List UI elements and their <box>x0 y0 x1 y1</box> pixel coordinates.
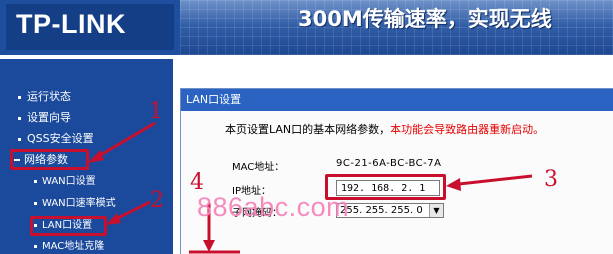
sidebar-item-qss[interactable]: QSS安全设置 <box>18 132 94 146</box>
subnet-mask-value: 255. 255. 255. 0 <box>340 205 423 216</box>
sidebar-item-status[interactable]: 运行状态 <box>18 90 71 104</box>
mac-label: MAC地址： <box>232 162 285 173</box>
panel-description: 本页设置LAN口的基本网络参数，本功能会导致路由器重新启动。 <box>225 121 544 137</box>
bullet-icon <box>18 116 21 120</box>
highlight-network-params <box>10 149 89 170</box>
sidebar-item-wizard[interactable]: 设置向导 <box>18 111 71 125</box>
brand-logo: TP-LINK <box>6 4 174 50</box>
subnet-mask-select[interactable]: 255. 255. 255. 0 ▼ <box>336 203 444 218</box>
sidebar-item-label: 运行状态 <box>27 90 71 103</box>
annotation-number-1: 1 <box>149 99 163 124</box>
watermark: 886abc.com <box>197 192 350 222</box>
annotation-number-4: 4 <box>190 170 204 195</box>
chevron-down-icon[interactable]: ▼ <box>429 204 443 217</box>
main-content: LAN口设置 本页设置LAN口的基本网络参数，本功能会导致路由器重新启动。 MA… <box>173 59 613 254</box>
sidebar-item-label: QSS安全设置 <box>27 132 94 145</box>
bullet-icon <box>18 95 21 99</box>
sidebar-subitem-label: WAN口设置 <box>42 176 96 187</box>
sidebar-subitem-wan[interactable]: WAN口设置 <box>34 175 96 189</box>
header: TP-LINK 300M传输速率，实现无线 <box>0 0 613 55</box>
sidebar-subitem-label: MAC地址克隆 <box>42 241 105 252</box>
description-text: 本页设置LAN口的基本网络参数， <box>225 123 391 136</box>
bullet-icon <box>34 201 37 205</box>
annotation-number-3: 3 <box>544 167 558 192</box>
annotation-number-2: 2 <box>150 188 164 213</box>
sidebar-item-label: 设置向导 <box>27 111 71 124</box>
mac-value: 9C-21-6A-BC-BC-7A <box>336 158 442 169</box>
bullet-icon <box>34 244 37 248</box>
sidebar-subitem-label: WAN口速率模式 <box>42 198 116 209</box>
highlight-lan-settings <box>30 216 107 236</box>
reboot-warning: 本功能会导致路由器重新启动。 <box>390 123 545 136</box>
bullet-icon <box>34 179 37 183</box>
header-banner: 300M传输速率，实现无线 <box>180 0 613 55</box>
sidebar-subitem-wan-speed[interactable]: WAN口速率模式 <box>34 197 116 211</box>
banner-slogan: 300M传输速率，实现无线 <box>298 7 552 31</box>
sidebar-subitem-mac-clone[interactable]: MAC地址克隆 <box>34 240 104 254</box>
panel-title: LAN口设置 <box>181 89 613 111</box>
bullet-icon <box>18 137 21 141</box>
logo-text: TP-LINK <box>16 9 126 39</box>
